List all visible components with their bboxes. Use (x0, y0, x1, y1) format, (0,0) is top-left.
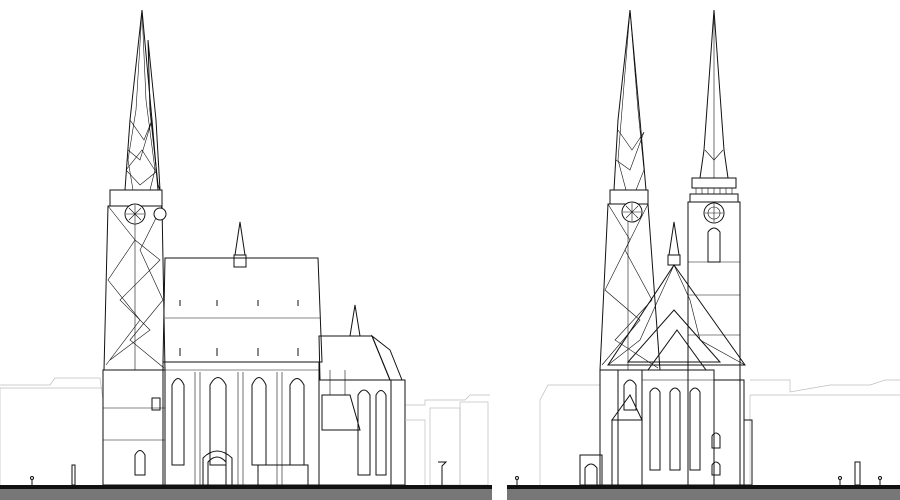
left-elevation-panel (0, 9, 492, 500)
street-lamp-icon (854, 461, 861, 486)
human-figure-icon (878, 476, 882, 480)
street-lamp-icon (438, 461, 448, 485)
human-figure-icon (838, 476, 842, 480)
left-context-buildings (0, 377, 490, 485)
right-ground-strip (507, 489, 900, 500)
right-street-furniture (515, 461, 882, 486)
left-ground-strip (0, 489, 492, 500)
right-central-facade (579, 221, 753, 486)
right-tower-left (599, 9, 661, 486)
left-ground-line (0, 485, 492, 489)
left-tower (102, 9, 167, 486)
left-nave-wall (162, 361, 320, 486)
elevation-drawings (0, 9, 900, 500)
human-figure-icon (515, 476, 519, 480)
drawing-canvas (0, 0, 900, 500)
left-chancel (318, 304, 489, 486)
right-elevation-panel (507, 9, 900, 500)
right-ground-line (507, 485, 900, 489)
left-nave-roof (162, 221, 323, 363)
human-figure-icon (30, 476, 34, 480)
street-lamp-icon (71, 464, 76, 486)
